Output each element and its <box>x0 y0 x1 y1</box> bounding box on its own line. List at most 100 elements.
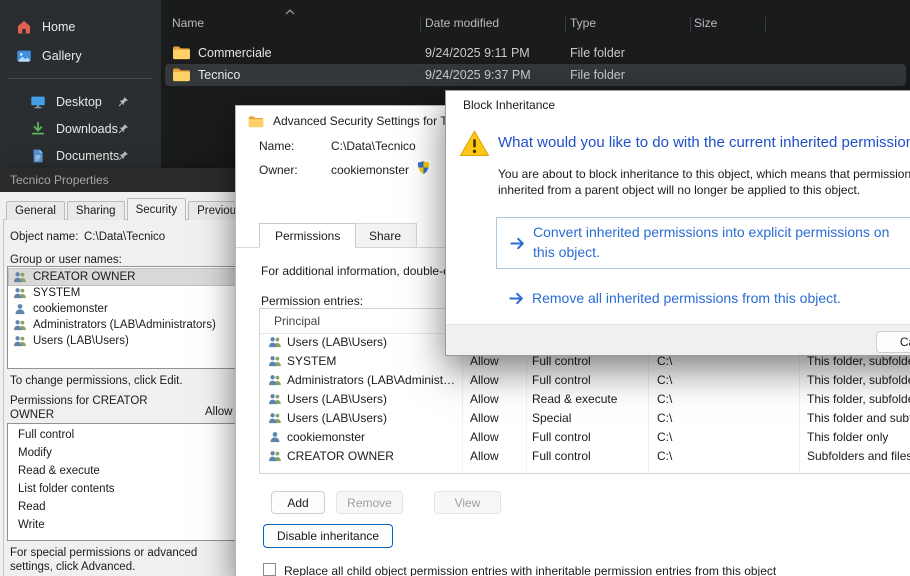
block-title: Block Inheritance <box>463 98 555 112</box>
pin-icon <box>118 123 129 134</box>
group-name: SYSTEM <box>33 287 80 299</box>
group-icon <box>268 450 282 462</box>
file-list-header: Name Date modified Type Size <box>161 0 910 38</box>
permissions-for-label: Permissions for CREATOR OWNER <box>10 394 180 422</box>
remove-option-label: Remove all inherited permissions from th… <box>532 290 841 306</box>
arrow-right-icon <box>508 290 525 307</box>
file-row[interactable]: Commerciale 9/24/2025 9:11 PM File folde… <box>165 42 906 64</box>
entry-inherited-from: C:\ <box>657 373 672 387</box>
permission-item[interactable]: Read <box>18 501 46 513</box>
downloads-icon <box>30 121 46 137</box>
entry-principal: Users (LAB\Users) <box>287 335 459 349</box>
add-button[interactable]: Add <box>271 491 325 514</box>
disable-inheritance-button[interactable]: Disable inheritance <box>263 524 393 548</box>
group-icon <box>13 335 27 347</box>
sidebar-item-documents[interactable]: Documents <box>6 142 155 170</box>
entry-applies-to: Subfolders and files only <box>807 449 910 463</box>
remove-permissions-option[interactable]: Remove all inherited permissions from th… <box>496 288 910 310</box>
block-title-bar[interactable]: Block Inheritance <box>446 91 910 119</box>
entries-label: Permission entries: <box>261 294 363 308</box>
file-date-modified: 9/24/2025 9:37 PM <box>425 68 531 82</box>
cancel-button[interactable]: Cancel <box>876 331 910 353</box>
name-label: Name: <box>259 139 294 153</box>
group-icon <box>13 287 27 299</box>
sidebar-item-label: Downloads <box>56 122 118 136</box>
entry-inherited-from: C:\ <box>657 392 672 406</box>
permission-entry-row[interactable]: Administrators (LAB\Administrators) Allo… <box>260 371 910 390</box>
desktop: Home Gallery Desktop Downloads Documents <box>0 0 910 576</box>
entry-access: Special <box>532 411 571 425</box>
entry-access: Full control <box>532 354 591 368</box>
column-header-principal[interactable]: Principal <box>274 309 320 333</box>
sidebar-item-downloads[interactable]: Downloads <box>6 115 155 143</box>
file-type: File folder <box>570 68 625 82</box>
allow-column-header: Allow <box>205 406 232 418</box>
tab-sharing[interactable]: Sharing <box>67 201 125 220</box>
desktop-icon <box>30 94 46 110</box>
replace-permissions-label: Replace all child object permission entr… <box>284 564 776 576</box>
entry-principal: CREATOR OWNER <box>287 449 459 463</box>
permission-entry-row[interactable]: CREATOR OWNER Allow Full control C:\ Sub… <box>260 447 910 466</box>
column-divider[interactable] <box>765 17 766 32</box>
permission-item[interactable]: Read & execute <box>18 465 100 477</box>
column-divider[interactable] <box>565 17 566 32</box>
column-divider[interactable] <box>690 17 691 32</box>
group-name: CREATOR OWNER <box>33 271 135 283</box>
gallery-icon <box>16 48 32 64</box>
file-name: Commerciale <box>198 46 272 60</box>
group-icon <box>13 271 27 283</box>
permission-entry-row[interactable]: cookiemonster Allow Full control C:\ Thi… <box>260 428 910 447</box>
permission-entry-row[interactable]: Users (LAB\Users) Allow Special C:\ This… <box>260 409 910 428</box>
warning-icon <box>459 129 490 158</box>
tab-permissions[interactable]: Permissions <box>259 223 356 248</box>
group-name: Administrators (LAB\Administrators) <box>33 319 216 331</box>
entry-type: Allow <box>470 449 499 463</box>
user-icon <box>268 431 282 443</box>
entry-access: Read & execute <box>532 392 617 406</box>
column-divider[interactable] <box>420 17 421 32</box>
entry-applies-to: This folder and subfolders <box>807 411 910 425</box>
column-header-type[interactable]: Type <box>570 16 596 30</box>
column-header-size[interactable]: Size <box>694 16 717 30</box>
sidebar-item-home[interactable]: Home <box>6 13 155 41</box>
tab-security[interactable]: Security <box>127 198 187 221</box>
permission-item[interactable]: Modify <box>18 447 52 459</box>
pin-icon <box>118 96 129 107</box>
entry-principal: Users (LAB\Users) <box>287 411 459 425</box>
entry-principal: Users (LAB\Users) <box>287 392 459 406</box>
permission-entry-row[interactable]: Users (LAB\Users) Allow Read & execute C… <box>260 390 910 409</box>
group-name: cookiemonster <box>33 303 108 315</box>
remove-button[interactable]: Remove <box>336 491 403 514</box>
block-inheritance-dialog: Block Inheritance What would you like to… <box>445 90 910 356</box>
group-icon <box>268 374 282 386</box>
permission-item[interactable]: List folder contents <box>18 483 115 495</box>
advanced-hint: For special permissions or advanced sett… <box>10 546 238 574</box>
user-icon <box>13 303 27 315</box>
entry-inherited-from: C:\ <box>657 354 672 368</box>
convert-permissions-option[interactable]: Convert inherited permissions into expli… <box>496 217 910 269</box>
block-body-line2: inherited from a parent object will no l… <box>498 183 860 197</box>
column-header-date-modified[interactable]: Date modified <box>425 16 499 30</box>
properties-title: Tecnico Properties <box>10 173 109 187</box>
convert-option-line1: Convert inherited permissions into expli… <box>533 224 889 240</box>
tab-share[interactable]: Share <box>353 223 417 248</box>
permission-item[interactable]: Full control <box>18 429 74 441</box>
group-icon <box>268 393 282 405</box>
sidebar-item-label: Home <box>42 20 75 34</box>
replace-permissions-checkbox[interactable] <box>263 563 276 576</box>
entry-type: Allow <box>470 411 499 425</box>
sidebar-item-gallery[interactable]: Gallery <box>6 42 155 70</box>
group-icon <box>13 319 27 331</box>
entry-applies-to: This folder, subfolders and files <box>807 373 910 387</box>
entry-inherited-from: C:\ <box>657 430 672 444</box>
permission-item[interactable]: Write <box>18 519 45 531</box>
column-header-name[interactable]: Name <box>172 16 204 30</box>
convert-option-line2: this object. <box>533 244 600 260</box>
groups-label: Group or user names: <box>10 254 122 266</box>
view-button[interactable]: View <box>434 491 501 514</box>
tab-general[interactable]: General <box>6 201 65 220</box>
sidebar-item-label: Documents <box>56 149 119 163</box>
arrow-right-icon <box>509 235 526 252</box>
file-row-selected[interactable]: Tecnico 9/24/2025 9:37 PM File folder <box>165 64 906 86</box>
sidebar-item-desktop[interactable]: Desktop <box>6 88 155 116</box>
